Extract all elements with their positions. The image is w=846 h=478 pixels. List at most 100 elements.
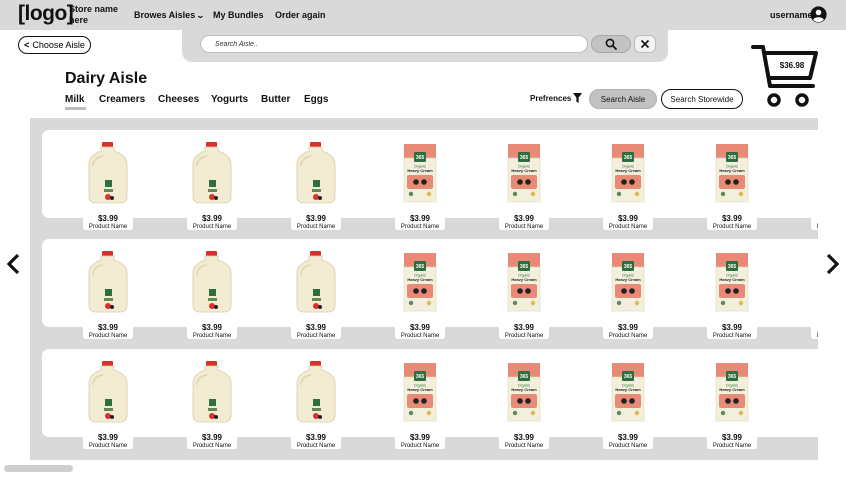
heavy-cream-carton-image: 365OrganicHeavy Cream bbox=[507, 363, 541, 422]
milk-gallon-image bbox=[88, 142, 128, 204]
search-button[interactable] bbox=[591, 35, 631, 53]
product-card[interactable]: 365OrganicHeavy Cream $3.99Product Name bbox=[806, 140, 818, 252]
milk-gallon-image bbox=[192, 251, 232, 313]
search-input[interactable] bbox=[200, 35, 588, 53]
product-card[interactable]: 365OrganicHeavy Cream $3.99Product Name bbox=[702, 359, 762, 460]
price-tag: $3.99Product Name bbox=[603, 323, 653, 339]
store-name: Store name here bbox=[69, 4, 119, 25]
product-price: $3.99 bbox=[617, 214, 639, 223]
product-card[interactable]: $3.99 Product Name bbox=[182, 140, 242, 252]
page-title: Dairy Aisle bbox=[65, 70, 148, 87]
product-name: Product Name bbox=[296, 333, 336, 339]
product-name: Product Name bbox=[296, 224, 336, 230]
shopping-cart-icon[interactable] bbox=[750, 42, 820, 110]
prev-arrow-icon[interactable] bbox=[4, 252, 24, 276]
user-circle-icon[interactable] bbox=[810, 6, 827, 23]
svg-text:365: 365 bbox=[624, 374, 633, 380]
price-tag: $3.99Product Name bbox=[291, 433, 341, 449]
svg-text:365: 365 bbox=[520, 374, 529, 380]
svg-text:Heavy Cream: Heavy Cream bbox=[407, 277, 433, 282]
tab-yogurts[interactable]: Yogurts bbox=[211, 94, 248, 105]
product-card[interactable]: $3.99 Product Name bbox=[78, 249, 138, 361]
milk-gallon-image bbox=[296, 251, 336, 313]
tab-milk[interactable]: Milk bbox=[65, 94, 84, 105]
next-arrow-icon[interactable] bbox=[822, 252, 842, 276]
product-card[interactable]: 365OrganicHeavy Cream $3.99Product Name bbox=[702, 140, 762, 252]
svg-text:Heavy Cream: Heavy Cream bbox=[719, 387, 745, 392]
heavy-cream-carton-image: 365OrganicHeavy Cream bbox=[715, 144, 749, 203]
heavy-cream-carton-image: 365OrganicHeavy Cream bbox=[403, 363, 437, 422]
product-name: Product Name bbox=[811, 332, 818, 340]
product-price: $3.99 bbox=[97, 323, 119, 332]
product-price: $3.99 bbox=[305, 323, 327, 332]
product-card[interactable]: 365OrganicHeavy Cream $3.99Product Name bbox=[702, 249, 762, 361]
svg-text:Heavy Cream: Heavy Cream bbox=[511, 277, 537, 282]
price-tag: $3.99Product Name bbox=[291, 323, 341, 339]
price-tag: $3.99Product Name bbox=[187, 214, 237, 230]
product-name: Product Name bbox=[192, 333, 232, 339]
svg-text:365: 365 bbox=[520, 155, 529, 161]
product-price: $3.99 bbox=[721, 214, 743, 223]
choose-aisle-button[interactable]: < Choose Aisle bbox=[18, 36, 91, 54]
price-tag: $3.99Product Name bbox=[499, 433, 549, 449]
username[interactable]: username bbox=[770, 10, 813, 20]
product-card[interactable]: 365OrganicHeavy Cream $3.99Product Name bbox=[806, 249, 818, 361]
nav-my-bundles[interactable]: My Bundles bbox=[213, 10, 264, 20]
svg-text:365: 365 bbox=[520, 264, 529, 270]
product-price: $3.99 bbox=[409, 323, 431, 332]
product-card[interactable]: $3.99 Product Name bbox=[286, 359, 346, 460]
filter-icon bbox=[573, 93, 583, 103]
product-name: Product Name bbox=[400, 224, 440, 230]
price-tag: $3.99Product Name bbox=[395, 433, 445, 449]
heavy-cream-carton-image: 365OrganicHeavy Cream bbox=[715, 363, 749, 422]
product-card[interactable]: $3.99 Product Name bbox=[182, 249, 242, 361]
product-price: $3.99 bbox=[201, 214, 223, 223]
product-price: $3.99 bbox=[409, 433, 431, 442]
tab-creamers[interactable]: Creamers bbox=[99, 94, 145, 105]
product-name: Product Name bbox=[504, 333, 544, 339]
product-card[interactable]: 365OrganicHeavy Cream $3.99Product Name bbox=[390, 359, 450, 460]
product-price: $3.99 bbox=[721, 433, 743, 442]
product-card[interactable]: $3.99 Product Name bbox=[182, 359, 242, 460]
product-card[interactable]: $3.99 Product Name bbox=[78, 359, 138, 460]
heavy-cream-carton-image: 365OrganicHeavy Cream bbox=[611, 363, 645, 422]
product-card[interactable]: $3.99 Product Name bbox=[286, 249, 346, 361]
clear-search-button[interactable] bbox=[634, 35, 656, 53]
product-name: Product Name bbox=[192, 443, 232, 449]
product-card[interactable]: $3.99 Product Name bbox=[78, 140, 138, 252]
product-price: $3.99 bbox=[201, 433, 223, 442]
horizontal-scrollbar[interactable] bbox=[4, 465, 73, 472]
product-name: Product Name bbox=[608, 224, 648, 230]
product-card[interactable]: 365OrganicHeavy Cream $3.99Product Name bbox=[598, 249, 658, 361]
svg-text:365: 365 bbox=[728, 155, 737, 161]
svg-text:Heavy Cream: Heavy Cream bbox=[407, 168, 433, 173]
svg-text:Heavy Cream: Heavy Cream bbox=[407, 387, 433, 392]
logo[interactable]: [logo] bbox=[18, 2, 74, 26]
product-card[interactable]: 365OrganicHeavy Cream $3.99Product Name bbox=[494, 249, 554, 361]
product-price: $3.99 bbox=[513, 323, 535, 332]
top-bar: [logo] Store name here Browes Aisles⌄ My… bbox=[0, 0, 846, 30]
heavy-cream-carton-image: 365OrganicHeavy Cream bbox=[814, 251, 818, 313]
product-card[interactable]: 365OrganicHeavy Cream $3.99Product Name bbox=[598, 359, 658, 460]
tab-eggs[interactable]: Eggs bbox=[304, 94, 328, 105]
search-aisle-button[interactable]: Search Aisle bbox=[589, 89, 657, 109]
product-card[interactable]: 365OrganicHeavy Cream $3.99Product Name bbox=[390, 249, 450, 361]
nav-browse-aisles[interactable]: Browes Aisles⌄ bbox=[134, 10, 205, 20]
price-tag: $3.99Product Name bbox=[187, 323, 237, 339]
heavy-cream-carton-image: 365OrganicHeavy Cream bbox=[611, 253, 645, 312]
tab-butter[interactable]: Butter bbox=[261, 94, 290, 105]
price-tag: $3.99Product Name bbox=[187, 433, 237, 449]
product-card[interactable]: 365OrganicHeavy Cream $3.99Product Name bbox=[390, 140, 450, 252]
price-tag: $3.99Product Name bbox=[83, 214, 133, 230]
heavy-cream-carton-image: 365OrganicHeavy Cream bbox=[507, 253, 541, 312]
preferences-button[interactable]: Prefrences bbox=[530, 93, 583, 103]
chevron-left-icon: < bbox=[24, 40, 30, 50]
product-card[interactable]: 365OrganicHeavy Cream $3.99Product Name bbox=[494, 140, 554, 252]
product-card[interactable]: 365OrganicHeavy Cream $3.99Product Name bbox=[598, 140, 658, 252]
product-card[interactable]: $3.99 Product Name bbox=[286, 140, 346, 252]
product-card[interactable]: 365OrganicHeavy Cream $3.99Product Name bbox=[494, 359, 554, 460]
tab-cheeses[interactable]: Cheeses bbox=[158, 94, 199, 105]
product-name: Product Name bbox=[608, 333, 648, 339]
nav-order-again[interactable]: Order again bbox=[275, 10, 326, 20]
search-storewide-button[interactable]: Search Storewide bbox=[661, 89, 743, 109]
